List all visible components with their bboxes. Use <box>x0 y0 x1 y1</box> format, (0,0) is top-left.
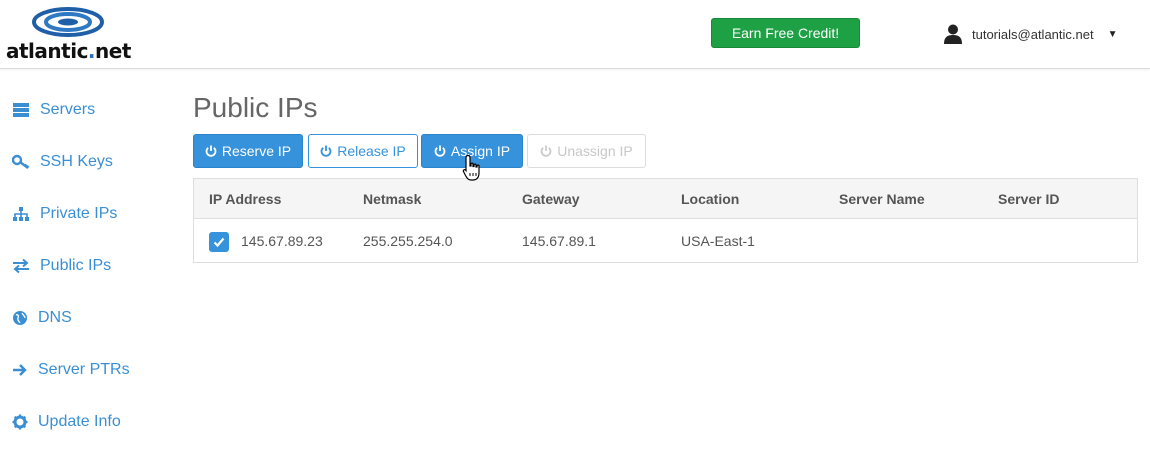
sidebar-item-servers[interactable]: Servers <box>12 97 95 123</box>
power-icon <box>205 145 217 157</box>
table-row[interactable]: 145.67.89.23 255.255.254.0 145.67.89.1 U… <box>194 220 1137 262</box>
globe-icon <box>13 311 27 325</box>
power-icon <box>434 145 446 157</box>
logo-wordmark: atlantic.net <box>6 39 131 63</box>
sidebar-item-private-ips[interactable]: Private IPs <box>12 201 117 227</box>
release-ip-label: Release IP <box>337 143 406 159</box>
column-header-gateway[interactable]: Gateway <box>522 191 580 207</box>
exchange-icon <box>13 258 29 274</box>
top-header: atlantic.net Earn Free Credit! tutorials… <box>0 0 1150 69</box>
account-menu[interactable]: tutorials@atlantic.net ▼ <box>944 22 1118 46</box>
arrow-right-icon <box>13 364 27 376</box>
reserve-ip-label: Reserve IP <box>221 143 292 159</box>
public-ips-table: IP Address Netmask Gateway Location Serv… <box>193 178 1138 263</box>
caret-down-icon: ▼ <box>1107 28 1118 40</box>
unassign-ip-label: Unassign IP <box>557 143 633 159</box>
column-header-netmask[interactable]: Netmask <box>363 191 421 207</box>
user-icon <box>944 24 962 44</box>
checkmark-icon <box>213 237 225 248</box>
atlantic-net-logo[interactable]: atlantic.net <box>6 6 131 63</box>
sitemap-icon <box>13 207 29 221</box>
reserve-ip-button[interactable]: Reserve IP <box>193 134 303 168</box>
server-icon <box>13 103 29 117</box>
earn-free-credit-button[interactable]: Earn Free Credit! <box>711 18 860 48</box>
sidebar-item-public-ips[interactable]: Public IPs <box>12 253 111 279</box>
hand-pointer-cursor-icon <box>462 154 480 181</box>
sidebar-item-dns[interactable]: DNS <box>12 305 72 331</box>
account-email: tutorials@atlantic.net <box>972 26 1094 42</box>
page-title: Public IPs <box>193 92 318 123</box>
cell-gateway: 145.67.89.1 <box>522 233 596 249</box>
column-header-server-name[interactable]: Server Name <box>839 191 925 207</box>
power-icon <box>320 145 332 157</box>
power-icon <box>540 145 552 157</box>
sidebar-item-ssh-keys[interactable]: SSH Keys <box>12 149 113 175</box>
sidebar-item-label: SSH Keys <box>40 153 113 170</box>
release-ip-button[interactable]: Release IP <box>308 134 418 168</box>
sidebar-item-label: DNS <box>38 309 72 326</box>
row-select-checkbox[interactable] <box>209 232 229 252</box>
table-header: IP Address Netmask Gateway Location Serv… <box>194 179 1137 219</box>
sidebar-item-update-info[interactable]: Update Info <box>12 409 121 435</box>
column-header-ip-address[interactable]: IP Address <box>209 191 281 207</box>
column-header-location[interactable]: Location <box>681 191 739 207</box>
cell-ip-address: 145.67.89.23 <box>241 233 323 249</box>
logo-swirl-icon <box>32 7 104 37</box>
key-icon <box>12 154 30 169</box>
sidebar-item-label: Update Info <box>38 413 121 430</box>
cell-netmask: 255.255.254.0 <box>363 233 453 249</box>
sidebar-item-label: Servers <box>40 101 96 118</box>
sidebar-item-label: Public IPs <box>40 257 112 274</box>
cell-location: USA-East-1 <box>681 233 755 249</box>
sidebar-item-label: Server PTRs <box>38 361 130 378</box>
column-header-server-id[interactable]: Server ID <box>998 191 1059 207</box>
gear-icon <box>12 414 28 430</box>
unassign-ip-button: Unassign IP <box>527 134 646 168</box>
sidebar-item-server-ptrs[interactable]: Server PTRs <box>12 357 130 383</box>
sidebar-item-label: Private IPs <box>40 205 118 222</box>
